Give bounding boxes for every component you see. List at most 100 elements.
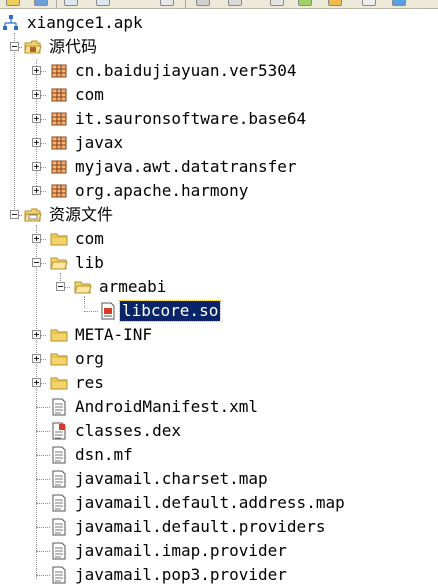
file-node[interactable]: dsn.mf: [0, 443, 438, 467]
resource-folder-label: lib: [75, 253, 104, 272]
resource-folder-label: com: [75, 229, 104, 248]
toolbar-export-icon[interactable]: [328, 0, 342, 6]
resource-folder-node[interactable]: org: [0, 347, 438, 371]
package-icon: [51, 112, 67, 126]
package-node[interactable]: myjava.awt.datatransfer: [0, 155, 438, 179]
folder-open-icon: [50, 257, 68, 270]
toolbar-folder-icon[interactable]: [6, 0, 20, 6]
file-label: classes.dex: [75, 421, 181, 440]
toolbar-search-icon[interactable]: [228, 0, 242, 6]
resources-folder-icon: [24, 208, 42, 222]
folder-icon: [50, 233, 68, 246]
document-icon: [52, 398, 66, 416]
source-code-node[interactable]: 源代码: [0, 35, 438, 59]
toolbar-separator: [56, 0, 57, 8]
toolbar-separator: [185, 0, 186, 8]
collapse-toggle[interactable]: [32, 258, 41, 267]
package-icon: [51, 88, 67, 102]
tree-guide-line: [36, 575, 50, 576]
expand-toggle[interactable]: [32, 138, 41, 147]
toolbar-window-icon[interactable]: [160, 0, 174, 6]
document-icon: [52, 566, 66, 584]
expand-toggle[interactable]: [32, 234, 41, 243]
folder-icon: [50, 329, 68, 342]
dex-file-icon: [52, 422, 66, 440]
toolbar-save-icon[interactable]: [34, 0, 48, 6]
toolbar: [0, 0, 438, 9]
file-node[interactable]: javamail.default.address.map: [0, 491, 438, 515]
collapse-toggle[interactable]: [10, 42, 19, 51]
package-label: cn.baidujiayuan.ver5304: [75, 61, 297, 80]
package-icon: [51, 160, 67, 174]
document-icon: [52, 518, 66, 536]
file-label-libcore: libcore.so: [118, 300, 222, 322]
apk-tree-view[interactable]: xiangce1.apk 源代码 cn.baidujiayuan.ver5304…: [0, 11, 438, 584]
resource-folder-node[interactable]: res: [0, 371, 438, 395]
tree-guide-line: [36, 551, 50, 552]
binary-file-icon: [101, 302, 115, 320]
expand-toggle[interactable]: [32, 66, 41, 75]
tree-guide-line: [36, 455, 50, 456]
package-icon: [51, 136, 67, 150]
toolbar-play-icon[interactable]: [298, 0, 312, 6]
document-icon: [52, 470, 66, 488]
file-node[interactable]: AndroidManifest.xml: [0, 395, 438, 419]
expand-toggle[interactable]: [32, 378, 41, 387]
package-node[interactable]: cn.baidujiayuan.ver5304: [0, 59, 438, 83]
package-icon: [51, 184, 67, 198]
package-label: it.sauronsoftware.base64: [75, 109, 307, 128]
file-label: javamail.default.address.map: [75, 493, 345, 512]
package-icon: [51, 64, 67, 78]
collapse-toggle[interactable]: [56, 282, 65, 291]
expand-toggle[interactable]: [32, 354, 41, 363]
package-node[interactable]: javax: [0, 131, 438, 155]
apk-tree-icon: [3, 15, 18, 30]
toolbar-wand-icon[interactable]: [196, 0, 210, 6]
package-node[interactable]: it.sauronsoftware.base64: [0, 107, 438, 131]
resource-folder-label: res: [75, 373, 104, 392]
file-label: javamail.charset.map: [75, 469, 268, 488]
tree-root-row[interactable]: xiangce1.apk: [0, 11, 438, 35]
package-label: javax: [75, 133, 124, 152]
document-icon: [52, 446, 66, 464]
resource-folder-node[interactable]: lib: [0, 251, 438, 275]
expand-toggle[interactable]: [32, 90, 41, 99]
resource-folder-label: armeabi: [99, 277, 167, 296]
file-node[interactable]: javamail.pop3.provider: [0, 563, 438, 587]
expand-toggle[interactable]: [32, 330, 41, 339]
resource-folder-label: org: [75, 349, 104, 368]
expand-toggle[interactable]: [32, 114, 41, 123]
package-label: org.apache.harmony: [75, 181, 249, 200]
toolbar-help-icon[interactable]: [392, 0, 406, 6]
file-node[interactable]: javamail.imap.provider: [0, 539, 438, 563]
file-node[interactable]: classes.dex: [0, 419, 438, 443]
selected-file-node[interactable]: libcore.so: [0, 299, 438, 323]
folder-open-icon: [74, 281, 92, 294]
file-label: javamail.default.providers: [75, 517, 326, 536]
folder-icon: [50, 377, 68, 390]
toolbar-paste-icon[interactable]: [96, 0, 110, 6]
toolbar-page-icon[interactable]: [362, 0, 376, 6]
file-label: javamail.imap.provider: [75, 541, 287, 560]
folder-icon: [50, 353, 68, 366]
expand-toggle[interactable]: [32, 186, 41, 195]
document-icon: [52, 542, 66, 560]
resource-folder-node[interactable]: armeabi: [0, 275, 438, 299]
resource-folder-node[interactable]: META-INF: [0, 323, 438, 347]
tree-guide-line: [36, 479, 50, 480]
package-node[interactable]: com: [0, 83, 438, 107]
file-label: javamail.pop3.provider: [75, 565, 287, 584]
toolbar-copy-icon[interactable]: [64, 0, 78, 6]
package-node[interactable]: org.apache.harmony: [0, 179, 438, 203]
collapse-toggle[interactable]: [10, 210, 19, 219]
package-label: myjava.awt.datatransfer: [75, 157, 297, 176]
file-node[interactable]: javamail.default.providers: [0, 515, 438, 539]
file-node[interactable]: javamail.charset.map: [0, 467, 438, 491]
resources-label: 资源文件: [49, 205, 114, 224]
resource-folder-node[interactable]: com: [0, 227, 438, 251]
expand-toggle[interactable]: [32, 162, 41, 171]
package-folder-icon: [24, 40, 42, 54]
toolbar-arrow-icon[interactable]: [270, 0, 284, 6]
tree-root-label: xiangce1.apk: [27, 13, 143, 32]
resources-node[interactable]: 资源文件: [0, 203, 438, 227]
